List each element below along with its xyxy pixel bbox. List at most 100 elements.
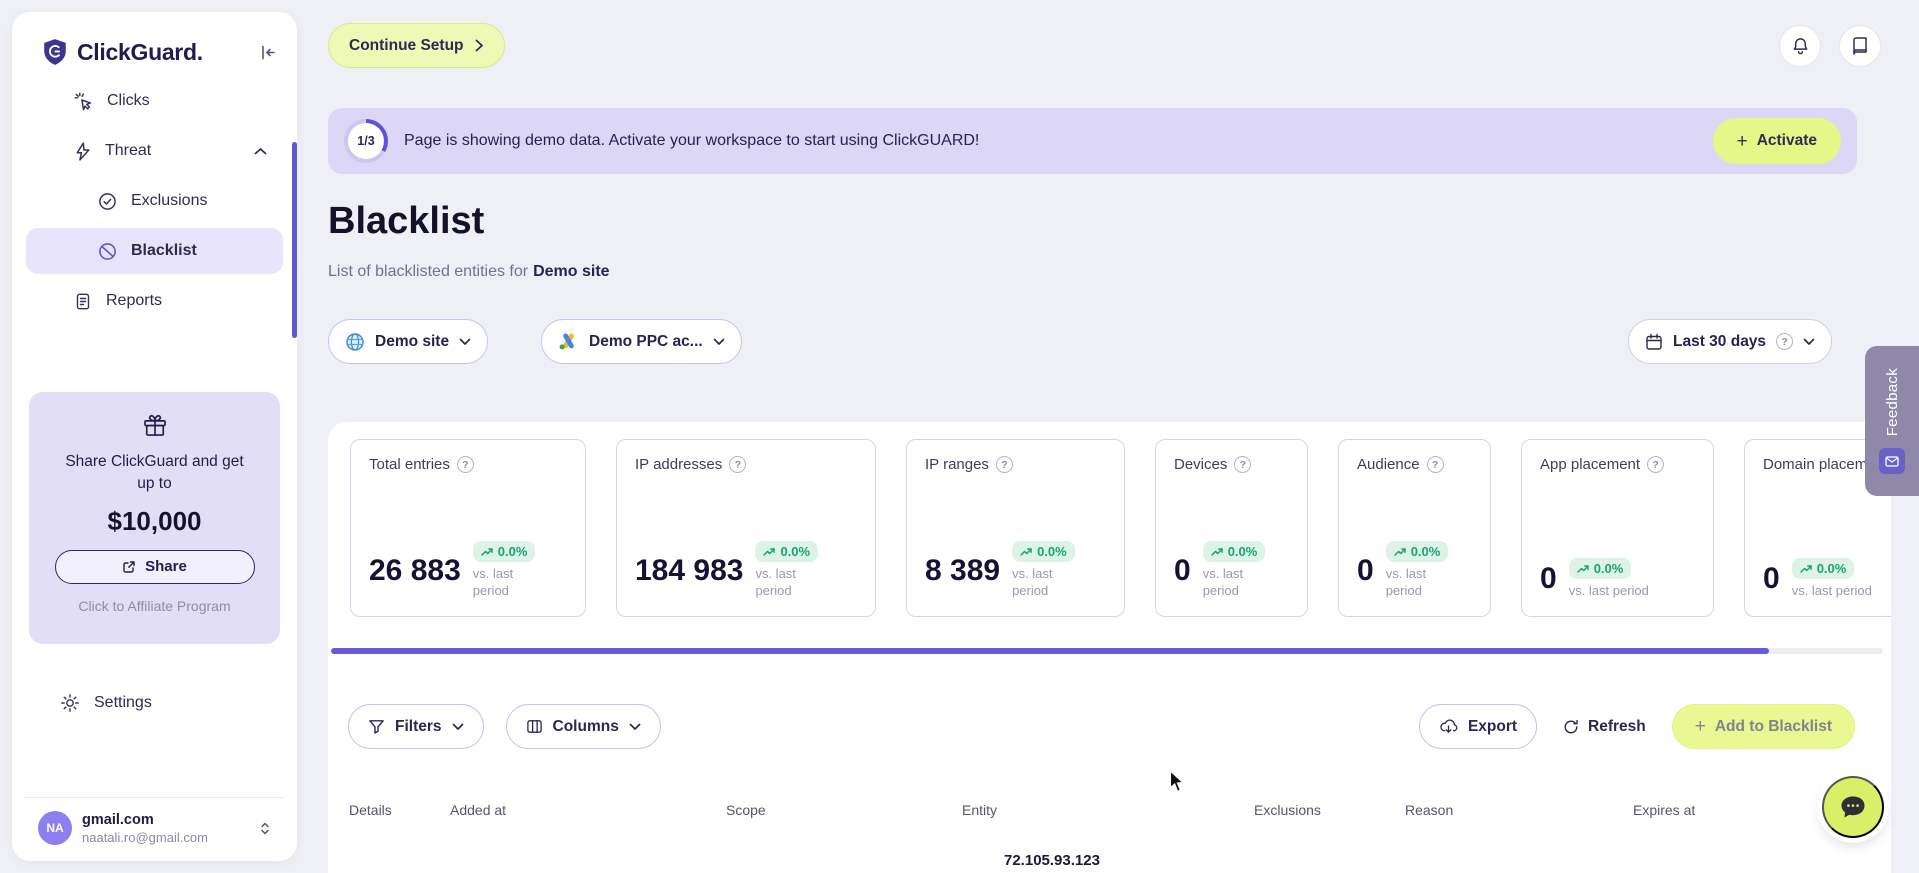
stat-value: 8 389 bbox=[925, 553, 1001, 587]
sidebar-collapse-icon[interactable] bbox=[260, 45, 277, 60]
share-label: Share bbox=[145, 558, 187, 576]
affiliate-link[interactable]: Click to Affiliate Program bbox=[45, 598, 264, 614]
help-icon[interactable]: ? bbox=[456, 456, 474, 473]
site-selector-value: Demo site bbox=[375, 332, 450, 350]
add-to-blacklist-label: Add to Blacklist bbox=[1714, 717, 1832, 735]
ppc-account-selector[interactable]: Demo PPC ac... bbox=[541, 319, 742, 364]
trend-up-icon bbox=[1393, 547, 1406, 556]
horizontal-scrollbar[interactable] bbox=[331, 648, 1883, 654]
chevron-right-icon bbox=[475, 39, 484, 52]
chat-widget-button[interactable] bbox=[1822, 776, 1884, 838]
trend-badge: 0.0% bbox=[472, 541, 536, 563]
columns-button[interactable]: Columns bbox=[505, 704, 661, 749]
trend-up-icon bbox=[1799, 564, 1812, 573]
account-email: naatali.ro@gmail.com bbox=[82, 829, 208, 845]
trend-badge: 0.0% bbox=[1012, 541, 1075, 563]
stat-label: App placement bbox=[1540, 456, 1641, 473]
sidebar-item-threat[interactable]: Threat bbox=[26, 128, 283, 174]
banner-message: Page is showing demo data. Activate your… bbox=[404, 132, 980, 149]
column-header-reason[interactable]: Reason bbox=[1405, 802, 1633, 818]
stat-card-total-entries: Total entries? 26 883 0.0% vs. last peri… bbox=[350, 439, 586, 617]
help-icon[interactable]: ? bbox=[1776, 333, 1794, 350]
feedback-message-icon bbox=[1879, 448, 1905, 475]
export-label: Export bbox=[1467, 717, 1518, 735]
stat-value: 0 bbox=[1763, 562, 1780, 596]
filters-button[interactable]: Filters bbox=[348, 704, 484, 749]
stat-vs-label: vs. last period bbox=[755, 566, 796, 599]
logo-row: ClickGuard. bbox=[12, 12, 297, 66]
continue-setup-button[interactable]: Continue Setup bbox=[328, 23, 505, 68]
trend-up-icon bbox=[1210, 547, 1223, 556]
sidebar-item-exclusions[interactable]: Exclusions bbox=[26, 178, 283, 224]
sidebar-item-settings[interactable]: Settings bbox=[26, 680, 283, 726]
sidebar-item-blacklist[interactable]: Blacklist bbox=[26, 228, 283, 274]
stat-card-audience: Audience? 0 0.0% vs. last period bbox=[1338, 439, 1491, 617]
share-button[interactable]: Share bbox=[54, 549, 255, 584]
sidebar-nav: Clicks Threat Exclusions Blacklist Repor… bbox=[12, 78, 297, 338]
chat-bubble-icon bbox=[1839, 794, 1867, 820]
stat-card-app-placement: App placement? 0 0.0% vs. last period bbox=[1521, 439, 1714, 617]
chevron-down-icon bbox=[1803, 338, 1815, 346]
affiliate-promo-card: Share ClickGuard and get up to $10,000 S… bbox=[29, 392, 280, 644]
stat-vs-label: vs. last period bbox=[1385, 566, 1427, 599]
column-header-scope[interactable]: Scope bbox=[726, 802, 962, 818]
stat-label: Devices bbox=[1174, 456, 1228, 473]
sidebar-scrollbar[interactable] bbox=[292, 142, 297, 338]
stat-vs-label: vs. last period bbox=[1202, 566, 1244, 599]
trend-up-icon bbox=[1020, 547, 1032, 556]
account-switcher[interactable]: NA gmail.com naatali.ro@gmail.com bbox=[24, 797, 285, 847]
stat-card-devices: Devices? 0 0.0% vs. last period bbox=[1155, 439, 1308, 617]
refresh-icon bbox=[1563, 719, 1579, 735]
trend-badge: 0.0% bbox=[1791, 558, 1855, 580]
activate-label: Activate bbox=[1756, 132, 1817, 149]
refresh-button[interactable]: Refresh bbox=[1563, 718, 1646, 736]
sidebar-item-clicks[interactable]: Clicks bbox=[26, 78, 283, 124]
filters-label: Filters bbox=[395, 717, 442, 735]
scrollbar-thumb[interactable] bbox=[331, 648, 1769, 654]
sidebar: ClickGuard. Clicks Threat Exclusions Bla… bbox=[12, 12, 297, 861]
trend-up-icon bbox=[481, 547, 493, 556]
page-title: Blacklist bbox=[328, 200, 485, 242]
help-icon[interactable]: ? bbox=[995, 456, 1013, 473]
help-icon[interactable]: ? bbox=[1234, 456, 1252, 473]
site-selector[interactable]: Demo site bbox=[328, 319, 489, 364]
feedback-label: Feedback bbox=[1883, 367, 1901, 437]
stat-value: 184 983 bbox=[635, 553, 744, 587]
help-center-button[interactable] bbox=[1839, 25, 1881, 67]
stat-value: 0 bbox=[1174, 553, 1191, 587]
sidebar-item-label: Threat bbox=[105, 142, 152, 159]
help-icon[interactable]: ? bbox=[1647, 456, 1665, 473]
table-row[interactable]: 72.105.93.123 bbox=[349, 852, 1881, 869]
bell-icon bbox=[1791, 36, 1810, 56]
help-icon[interactable]: ? bbox=[729, 456, 747, 473]
sidebar-item-reports[interactable]: Reports bbox=[26, 278, 283, 324]
column-header-entity[interactable]: Entity bbox=[962, 802, 1254, 818]
threat-icon bbox=[74, 141, 91, 161]
sidebar-item-label: Reports bbox=[106, 292, 163, 309]
add-to-blacklist-button[interactable]: + Add to Blacklist bbox=[1671, 704, 1855, 749]
feedback-tab[interactable]: Feedback bbox=[1865, 346, 1919, 496]
export-button[interactable]: Export bbox=[1418, 704, 1538, 749]
stat-vs-label: vs. last period bbox=[1791, 583, 1872, 599]
stat-vs-label: vs. last period bbox=[472, 566, 514, 599]
blacklist-icon bbox=[98, 242, 117, 261]
chevron-down-icon bbox=[629, 723, 641, 731]
column-header-details[interactable]: Details bbox=[349, 802, 450, 818]
trend-up-icon bbox=[763, 547, 776, 556]
page-subtitle: List of blacklisted entities for Demo si… bbox=[328, 263, 610, 281]
notifications-button[interactable] bbox=[1779, 25, 1821, 67]
activate-button[interactable]: + Activate bbox=[1712, 118, 1841, 164]
stat-value: 0 bbox=[1357, 553, 1374, 587]
chevron-up-down-icon bbox=[259, 820, 271, 837]
account-name: gmail.com bbox=[82, 811, 154, 828]
column-header-exclusions[interactable]: Exclusions bbox=[1254, 802, 1405, 818]
promo-amount: $10,000 bbox=[107, 505, 202, 536]
trend-badge: 0.0% bbox=[755, 541, 819, 563]
reports-icon bbox=[74, 292, 92, 311]
column-header-added-at[interactable]: Added at bbox=[450, 802, 726, 818]
promo-text: Share ClickGuard and get up to bbox=[65, 453, 244, 493]
columns-icon bbox=[526, 718, 543, 735]
date-range-selector[interactable]: Last 30 days ? bbox=[1628, 319, 1833, 364]
help-icon[interactable]: ? bbox=[1426, 456, 1444, 473]
page-subtitle-text: List of blacklisted entities for bbox=[328, 263, 529, 280]
